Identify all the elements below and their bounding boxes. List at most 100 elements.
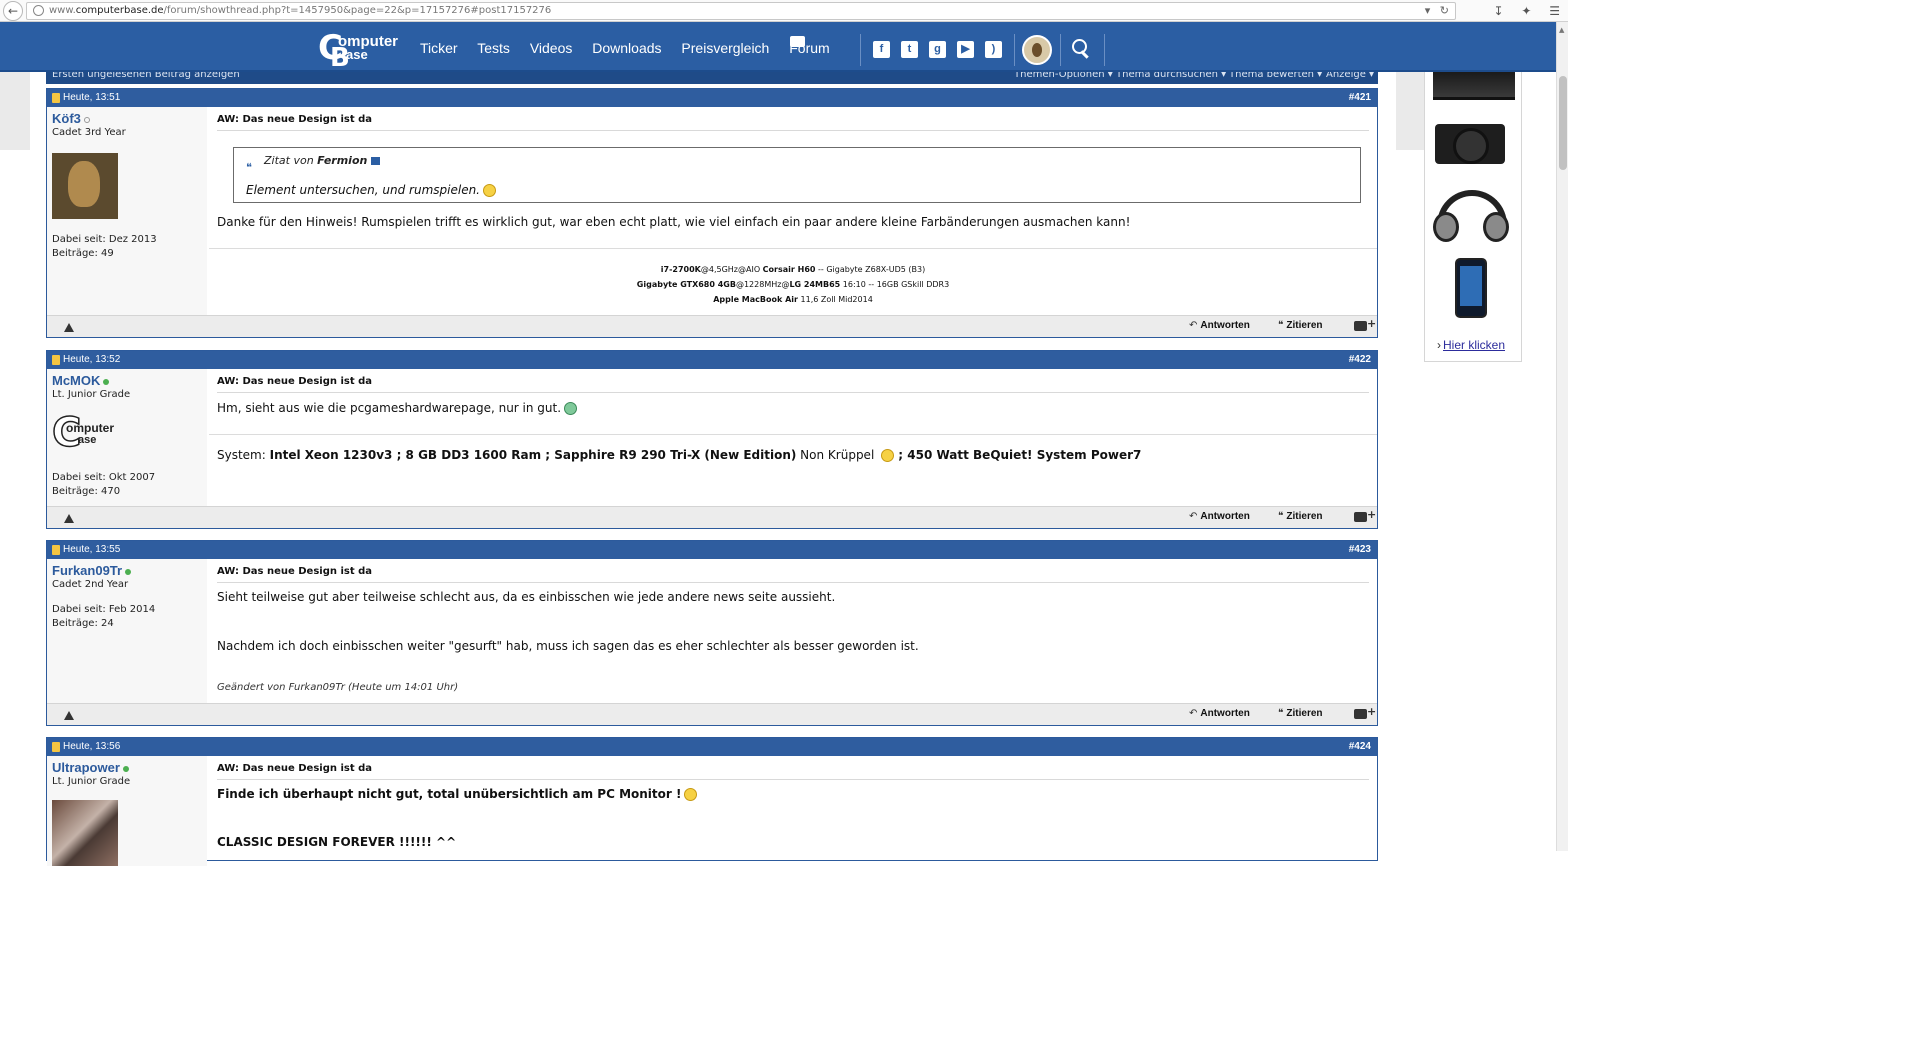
- download-icon[interactable]: ↧: [1493, 4, 1503, 18]
- multi-quote-icon[interactable]: [1354, 317, 1376, 331]
- post-footer: ↶ Antworten ❝ Zitieren: [47, 315, 1377, 337]
- quote-button[interactable]: ❝ Zitieren: [1278, 708, 1323, 719]
- post-header: Heute, 13:55 #423: [47, 541, 1377, 559]
- post-number-link[interactable]: #423: [1349, 544, 1371, 555]
- multi-quote-icon[interactable]: [1354, 508, 1376, 522]
- multi-quote-icon[interactable]: [1354, 705, 1376, 719]
- scroll-up-arrow[interactable]: ▲: [1559, 26, 1564, 34]
- signature-line: i7-2700K@4,5GHz@AIO Corsair H60 -- Gigab…: [660, 265, 926, 274]
- reload-icon[interactable]: ↻: [1440, 4, 1449, 17]
- post-number-link[interactable]: #422: [1349, 354, 1371, 365]
- nav-ticker[interactable]: Ticker: [420, 40, 458, 56]
- header-divider: [1104, 34, 1105, 66]
- back-button[interactable]: ←: [3, 1, 23, 21]
- signature-separator: [209, 434, 1377, 435]
- username-link[interactable]: Köf3: [52, 111, 90, 126]
- facebook-icon[interactable]: f: [873, 41, 890, 58]
- smiley-icon: [881, 449, 895, 462]
- post-title: AW: Das neue Design ist da: [217, 376, 1369, 393]
- camera-image[interactable]: [1433, 114, 1507, 176]
- quote-button[interactable]: ❝ Zitieren: [1278, 511, 1323, 522]
- reply-button[interactable]: ↶ Antworten: [1189, 320, 1250, 331]
- reply-button[interactable]: ↶ Antworten: [1189, 511, 1250, 522]
- post: Heute, 13:52 #422 McMOK Lt. Junior Grade…: [46, 350, 1378, 529]
- sidebar-ad[interactable]: › Hier klicken: [1424, 72, 1522, 362]
- post-header: Heute, 13:52 #422: [47, 351, 1377, 369]
- post-date: Heute, 13:52: [63, 354, 121, 365]
- chat-bubble-icon: [790, 36, 805, 47]
- smartphone-image[interactable]: [1455, 258, 1487, 318]
- avatar[interactable]: [52, 800, 118, 866]
- nav-downloads[interactable]: Downloads: [592, 40, 661, 56]
- signature-separator: [209, 248, 1377, 249]
- youtube-icon[interactable]: ▶: [957, 41, 974, 58]
- nav-preisvergleich[interactable]: Preisvergleich: [681, 40, 769, 56]
- quote-button[interactable]: ❝ Zitieren: [1278, 320, 1323, 331]
- menu-icon[interactable]: ☰: [1549, 4, 1560, 18]
- post-title: AW: Das neue Design ist da: [217, 114, 1369, 131]
- search-icon[interactable]: [1071, 38, 1091, 60]
- tv-image[interactable]: [1433, 72, 1515, 100]
- chevron-right-icon: ›: [1437, 338, 1441, 352]
- dropdown-icon[interactable]: ▾: [1425, 4, 1431, 17]
- url-field[interactable]: www.computerbase.de/forum/showthread.php…: [26, 2, 1456, 20]
- quote-icon: ❝: [1278, 511, 1284, 522]
- user-info-column: McMOK Lt. Junior Grade C omputer ase Dab…: [47, 369, 207, 506]
- headphones-image[interactable]: [1433, 188, 1513, 246]
- header-divider: [1060, 34, 1061, 66]
- edit-note: Geändert von Furkan09Tr (Heute um 14:01 …: [217, 682, 459, 693]
- post-body: Finde ich überhaupt nicht gut, total unü…: [217, 787, 698, 801]
- ad-link[interactable]: › Hier klicken: [1437, 338, 1505, 352]
- page-side-band: [1396, 72, 1424, 150]
- globe-icon: [33, 5, 44, 16]
- user-rank: Cadet 2nd Year: [52, 579, 129, 590]
- post-body: Nachdem ich doch einbisschen weiter "ges…: [217, 639, 919, 653]
- nav-videos[interactable]: Videos: [530, 40, 573, 56]
- username-link[interactable]: Furkan09Tr: [52, 563, 132, 578]
- twitter-icon[interactable]: t: [901, 41, 918, 58]
- quote-header: ❝ Zitat von Fermion Element untersuchen,…: [246, 154, 496, 197]
- post-status-icon: [52, 545, 60, 555]
- reply-icon: ↶: [1189, 511, 1198, 522]
- post: Heute, 13:56 #424 Ultrapower Lt. Junior …: [46, 737, 1378, 866]
- report-warning-icon[interactable]: [64, 711, 74, 720]
- avatar[interactable]: C omputer ase: [51, 410, 116, 456]
- post-date: Heute, 13:55: [63, 544, 121, 555]
- username-link[interactable]: Ultrapower: [52, 760, 129, 775]
- smile-icon: [483, 184, 496, 197]
- post-number-link[interactable]: #424: [1349, 741, 1371, 752]
- browser-address-bar: ← www.computerbase.de/forum/showthread.p…: [0, 0, 1568, 22]
- signature: System: Intel Xeon 1230v3 ; 8 GB DD3 160…: [217, 448, 1142, 462]
- user-post-count: Beiträge: 470: [52, 486, 121, 497]
- tools-icon[interactable]: ✦: [1521, 4, 1531, 18]
- online-status-icon: [122, 765, 129, 772]
- user-avatar[interactable]: [1022, 35, 1052, 65]
- report-warning-icon[interactable]: [64, 514, 74, 523]
- user-post-count: Beiträge: 24: [52, 618, 114, 629]
- quote-text: Element untersuchen, und rumspielen.: [246, 183, 496, 197]
- rss-icon[interactable]: ): [985, 41, 1002, 58]
- page-side-band: [0, 72, 30, 150]
- nav-tests[interactable]: Tests: [477, 40, 510, 56]
- post-body: CLASSIC DESIGN FOREVER !!!!!! ^^: [217, 835, 457, 849]
- grin-icon: [564, 402, 578, 415]
- scroll-thumb[interactable]: [1559, 76, 1567, 170]
- header-divider: [1014, 34, 1015, 66]
- google-plus-icon[interactable]: g: [929, 41, 946, 58]
- post-body: Sieht teilweise gut aber teilweise schle…: [217, 590, 836, 604]
- view-quote-icon[interactable]: [371, 157, 381, 165]
- reply-icon: ↶: [1189, 708, 1198, 719]
- page-scrollbar[interactable]: ▲: [1556, 22, 1568, 851]
- avatar[interactable]: [52, 153, 118, 219]
- quote-box: ❝ Zitat von Fermion Element untersuchen,…: [233, 147, 1361, 203]
- post: Heute, 13:51 #421 Köf3 Cadet 3rd Year Da…: [46, 88, 1378, 338]
- post-body: Danke für den Hinweis! Rumspielen trifft…: [217, 215, 1131, 229]
- report-warning-icon[interactable]: [64, 323, 74, 332]
- user-rank: Lt. Junior Grade: [52, 776, 131, 787]
- post-status-icon: [52, 742, 60, 752]
- computerbase-logo[interactable]: C omputer B ase: [318, 31, 404, 71]
- reply-button[interactable]: ↶ Antworten: [1189, 708, 1250, 719]
- post-number-link[interactable]: #421: [1349, 92, 1371, 103]
- header-divider: [860, 34, 861, 66]
- username-link[interactable]: McMOK: [52, 373, 110, 388]
